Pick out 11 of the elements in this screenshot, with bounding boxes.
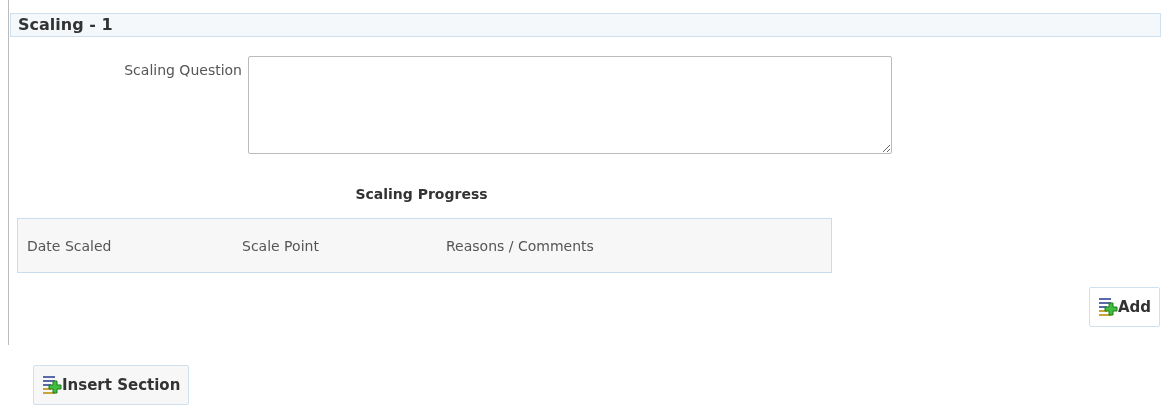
progress-title: Scaling Progress — [355, 185, 488, 204]
column-header: Scale Point — [242, 237, 319, 256]
add-list-icon — [1097, 297, 1118, 317]
insert-section-button[interactable]: Insert Section — [33, 365, 190, 405]
column-header: Reasons / Comments — [446, 237, 594, 256]
question-field[interactable] — [248, 56, 892, 154]
column-header: Date Scaled — [27, 237, 112, 256]
question-label: Scaling Question — [124, 61, 242, 80]
add-button[interactable]: Add — [1088, 287, 1160, 327]
section-title: Scaling - 1 — [18, 14, 113, 36]
add-list-icon — [42, 375, 62, 395]
